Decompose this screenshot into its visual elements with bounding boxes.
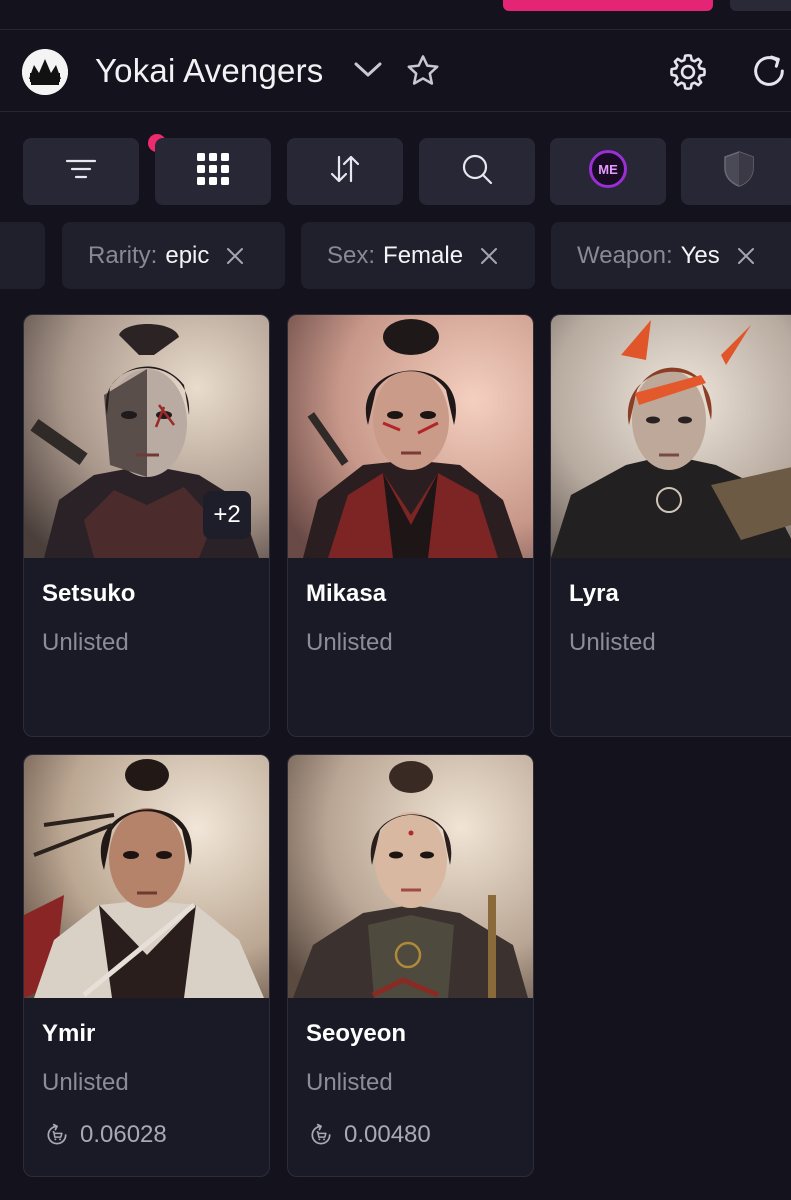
magic-eden-label: ME [598,162,618,177]
filter-chip-sex[interactable]: Sex: Female [301,222,535,289]
nft-card[interactable]: Mikasa Unlisted [287,314,534,737]
filter-chip-value: epic [165,241,210,269]
close-icon[interactable] [479,246,499,266]
magic-eden-button[interactable]: ME [550,138,666,205]
nft-price: 0.06028 [44,1121,167,1149]
filter-chip-rarity[interactable]: Rarity: epic [62,222,285,289]
filter-chip-value: Yes [680,241,720,269]
top-bar [0,0,791,30]
secondary-action-button[interactable] [730,0,791,11]
sort-icon [327,151,363,192]
cart-refresh-icon [47,1123,67,1145]
active-filters: Rarity: epic Sex: Female Weapon: Yes [0,222,791,290]
filter-chip-partial[interactable] [0,222,45,289]
nft-status: Unlisted [306,629,393,656]
nft-price: 0.00480 [308,1121,431,1149]
close-icon[interactable] [225,246,245,266]
chevron-down-icon[interactable] [353,58,383,85]
filter-chip-key: Rarity: [88,241,158,269]
filter-button[interactable] [23,134,166,205]
primary-action-button[interactable] [503,0,713,11]
nft-image [288,315,533,558]
nft-card[interactable]: Lyra Unlisted [550,314,791,737]
nft-status: Unlisted [42,1069,129,1096]
magic-eden-icon: ME [587,148,629,195]
sort-button[interactable] [287,138,403,205]
search-icon [459,151,495,192]
nft-price-value: 0.00480 [344,1121,431,1148]
nft-image [288,755,533,998]
verified-shield-button[interactable] [681,138,791,205]
filter-icon [64,154,98,189]
gear-icon[interactable] [667,51,709,98]
grid-view-button[interactable] [155,138,271,205]
refresh-icon[interactable] [749,51,789,96]
filter-chip-weapon[interactable]: Weapon: Yes [551,222,791,289]
more-items-badge: +2 [203,491,251,539]
close-icon[interactable] [736,246,756,266]
nft-status: Unlisted [569,629,656,656]
nft-card[interactable]: +2 Setsuko Unlisted [23,314,270,737]
nft-price-value: 0.06028 [80,1121,167,1148]
favorite-star-icon[interactable] [404,52,442,95]
collection-header: Yokai Avengers [0,30,791,112]
collection-title[interactable]: Yokai Avengers [95,52,323,90]
nft-card[interactable]: Ymir Unlisted 0.06028 [23,754,270,1177]
nft-image [551,315,791,558]
nft-image [24,755,269,998]
nft-name: Ymir [42,1020,96,1047]
filter-chip-value: Female [383,241,464,269]
nft-name: Lyra [569,580,619,607]
nft-card[interactable]: Seoyeon Unlisted 0.00480 [287,754,534,1177]
shield-icon [721,149,757,194]
filter-chip-key: Weapon: [577,241,673,269]
toolbar: ME [0,134,791,206]
grid-icon [195,151,231,192]
nft-name: Seoyeon [306,1020,407,1047]
nft-status: Unlisted [42,629,129,656]
filter-chip-key: Sex: [327,241,376,269]
nft-name: Setsuko [42,580,136,607]
nft-name: Mikasa [306,580,387,607]
search-button[interactable] [419,138,535,205]
nft-status: Unlisted [306,1069,393,1096]
collection-logo [22,49,68,95]
cart-refresh-icon [311,1123,331,1145]
